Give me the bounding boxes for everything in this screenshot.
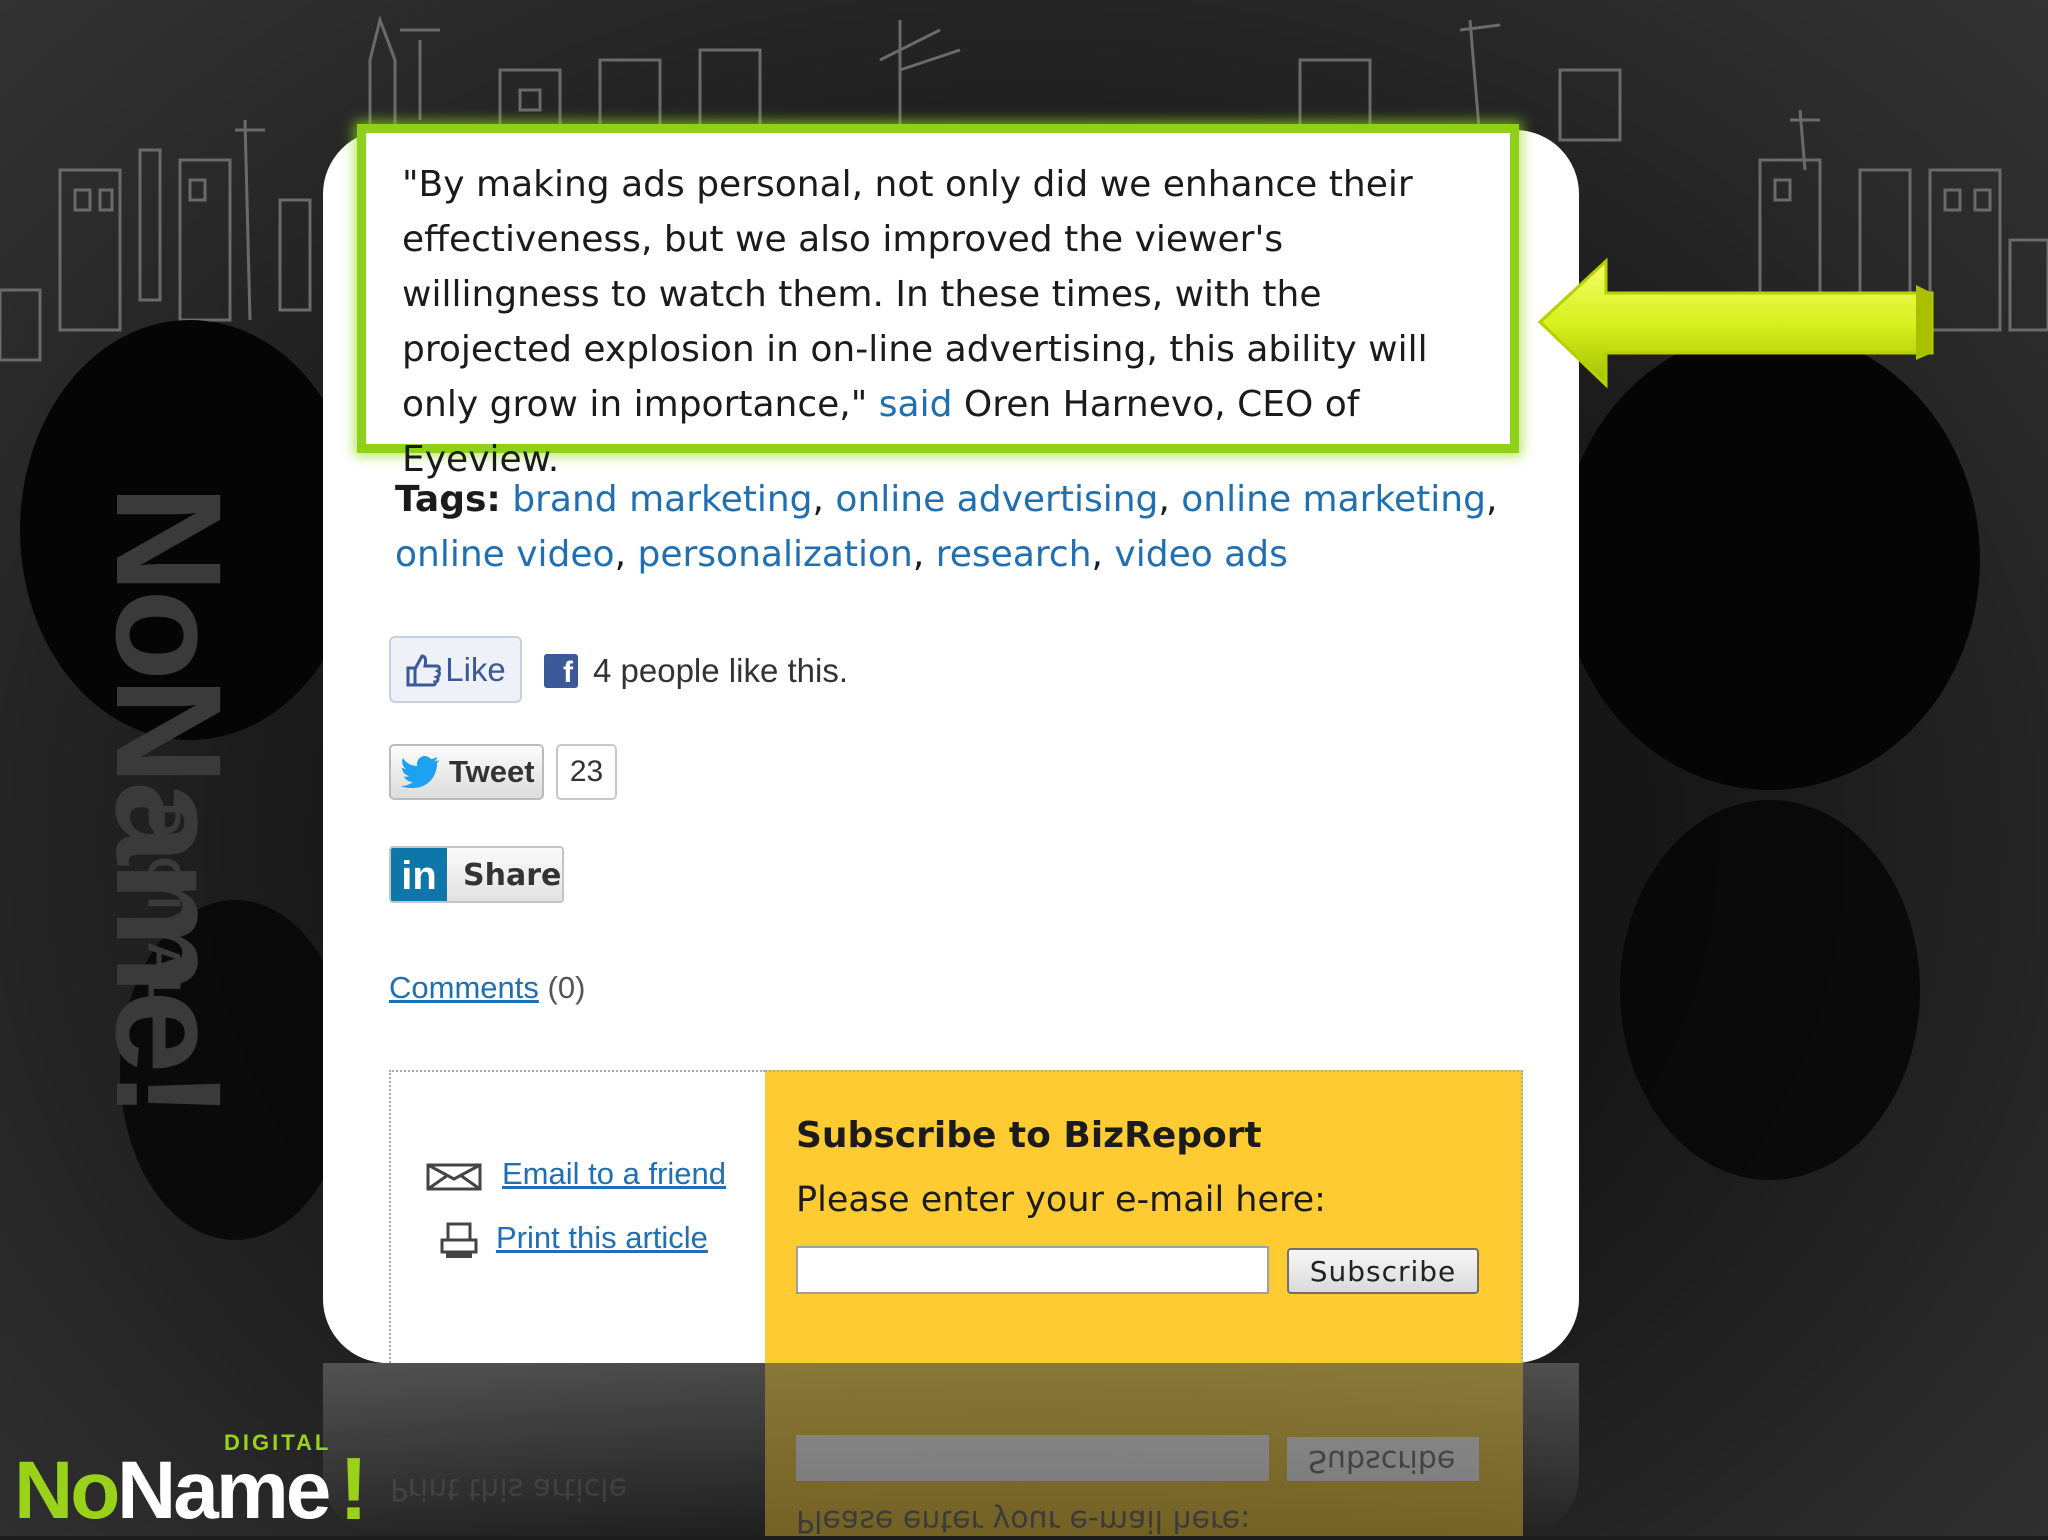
envelope-icon (426, 1163, 482, 1191)
email-input[interactable] (796, 1246, 1269, 1294)
tags-line: Tags: brand marketing, online advertisin… (395, 472, 1525, 582)
vertical-watermark-digital: DIGITAL (138, 802, 191, 1012)
linkedin-icon: in (391, 848, 447, 901)
tag-link[interactable]: research (936, 534, 1092, 575)
ink-splat (1620, 800, 1920, 1180)
tag-separator: , (1091, 534, 1115, 575)
reflection-input (796, 1435, 1269, 1481)
email-to-friend-link[interactable]: Email to a friend (502, 1156, 726, 1192)
subscribe-title: Subscribe to BizReport (796, 1115, 1262, 1156)
tag-separator: , (1485, 479, 1498, 520)
thumbs-up-icon (406, 653, 442, 686)
highlighted-quote-box: "By making ads personal, not only did we… (357, 124, 1519, 480)
facebook-icon: f (544, 654, 578, 688)
logo-bang-text: ! (339, 1439, 369, 1538)
tag-link[interactable]: brand marketing (512, 479, 812, 520)
article-actions-panel (389, 1070, 765, 1363)
noname-digital-logo: DIGITAL No Name ! (14, 1430, 374, 1538)
facebook-like-button[interactable]: Like (389, 636, 522, 703)
ink-splat (1560, 330, 1980, 790)
linkedin-share-label: Share (463, 858, 562, 893)
comments-line: Comments (0) (389, 970, 585, 1006)
tag-link[interactable]: video ads (1114, 534, 1287, 575)
tags-label: Tags: (395, 479, 501, 520)
tag-separator: , (812, 479, 836, 520)
tag-link[interactable]: online video (395, 534, 615, 575)
twitter-bird-icon (401, 756, 439, 788)
printer-icon (440, 1222, 478, 1258)
subscribe-button[interactable]: Subscribe (1287, 1248, 1479, 1294)
like-label: Like (445, 650, 506, 688)
comments-count: (0) (547, 970, 586, 1005)
comments-link[interactable]: Comments (389, 970, 539, 1005)
quote-paragraph: "By making ads personal, not only did we… (402, 157, 1480, 487)
tweet-count: 23 (556, 744, 617, 800)
linkedin-share-button[interactable]: in Share (389, 846, 564, 903)
tag-link[interactable]: online advertising (835, 479, 1158, 520)
tag-separator: , (912, 534, 936, 575)
reflection-button-label: Subscribe (1308, 1443, 1456, 1478)
print-article-link[interactable]: Print this article (496, 1220, 708, 1256)
logo-name-text: Name (117, 1445, 331, 1536)
tag-link[interactable]: online marketing (1181, 479, 1486, 520)
tag-link[interactable]: personalization (637, 534, 912, 575)
subscribe-prompt: Please enter your e-mail here: (796, 1180, 1326, 1220)
tag-separator: , (1158, 479, 1182, 520)
logo-no-text: No (14, 1445, 120, 1536)
said-link[interactable]: said (879, 384, 953, 425)
pointer-arrow-icon (1537, 257, 1934, 389)
like-count-text: 4 people like this. (593, 652, 848, 689)
card-reflection: Subscribe Print this article Please ente… (323, 1363, 1579, 1536)
tag-separator: , (614, 534, 638, 575)
tweet-label: Tweet (449, 754, 535, 789)
tweet-button[interactable]: Tweet (389, 744, 544, 800)
reflection-prompt: Please enter your e-mail here: (796, 1503, 1251, 1536)
reflection-print-label: Print this article (390, 1471, 627, 1506)
